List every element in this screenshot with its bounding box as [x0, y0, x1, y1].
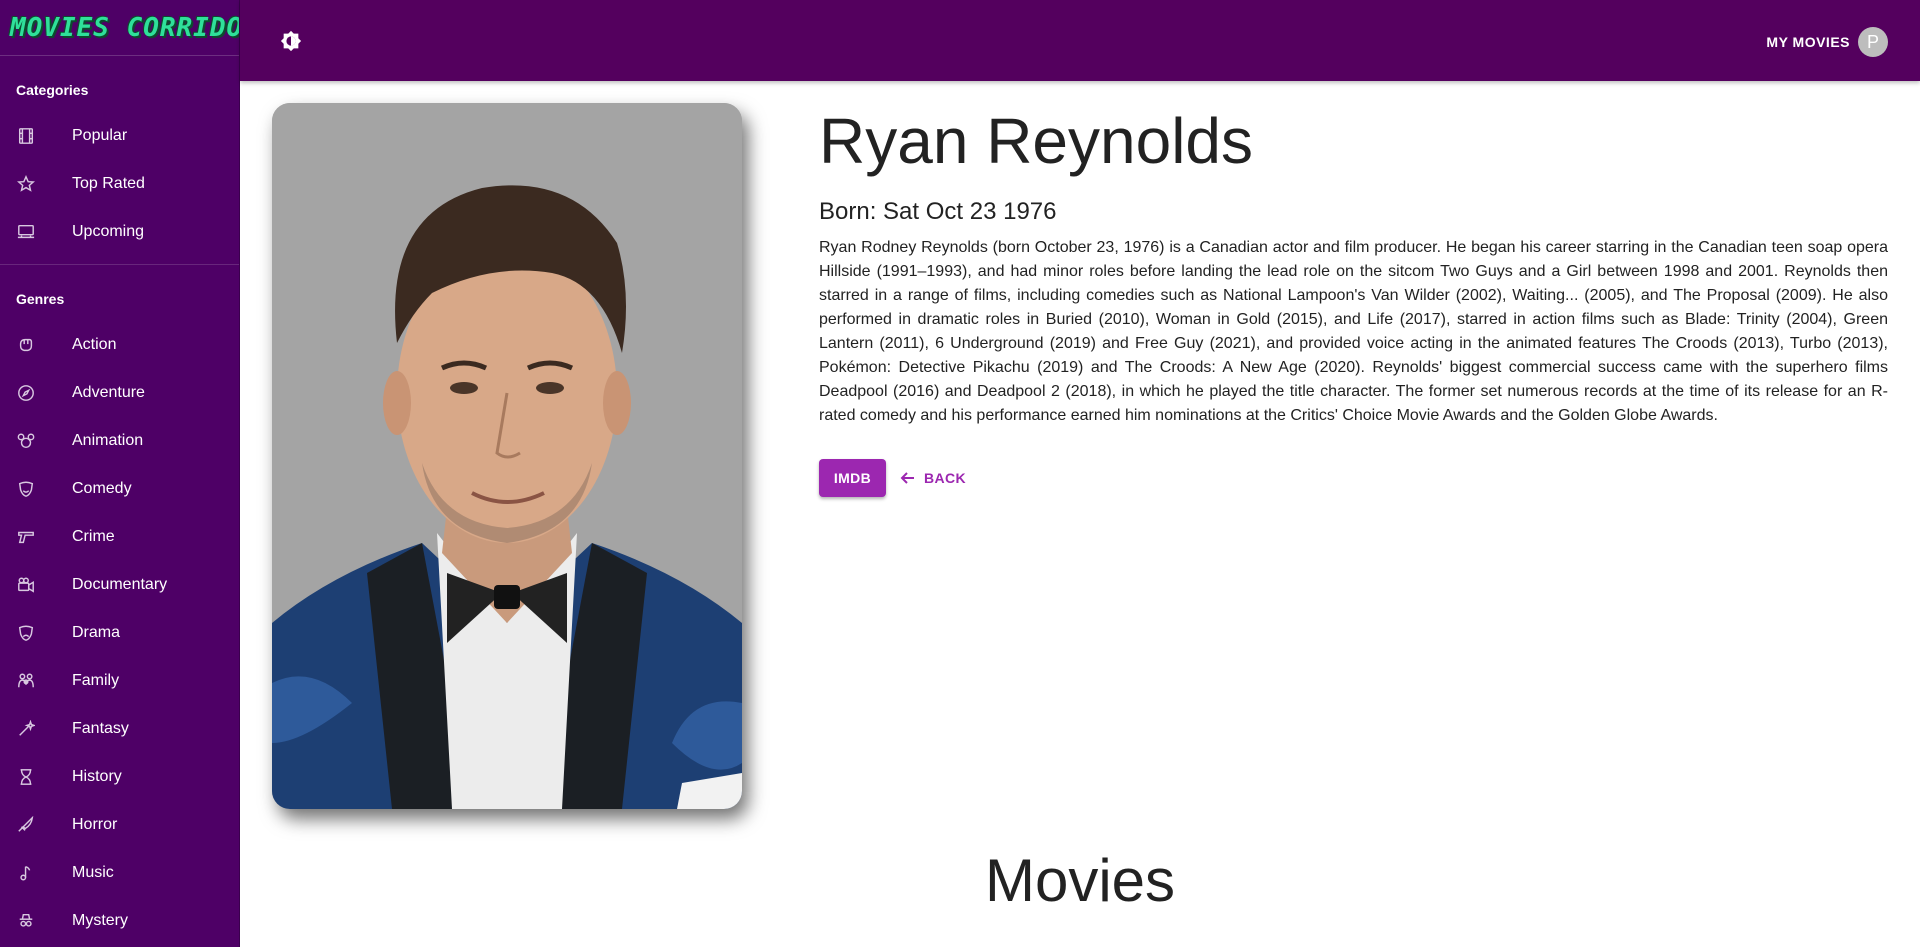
- sidebar-item-label: Comedy: [72, 480, 132, 497]
- sidebar-item-label: Adventure: [72, 384, 145, 401]
- sidebar-item-label: Horror: [72, 816, 118, 833]
- mask-icon: [16, 479, 36, 499]
- brightness-icon: [280, 30, 302, 52]
- sidebar-item-label: Upcoming: [72, 223, 145, 240]
- imdb-button[interactable]: IMDB: [819, 459, 886, 497]
- sidebar-item-top-rated[interactable]: Top Rated: [0, 160, 239, 208]
- sidebar-item-family[interactable]: Family: [0, 657, 239, 705]
- movies-section-heading: Movies: [984, 847, 1176, 914]
- sidebar-item-drama[interactable]: Drama: [0, 609, 239, 657]
- categories-heading: Categories: [16, 82, 89, 98]
- sidebar-item-label: Popular: [72, 127, 128, 144]
- my-movies-button[interactable]: MY MOVIES P: [1766, 27, 1888, 57]
- sidebar-item-label: Top Rated: [72, 175, 145, 192]
- wand-icon: [16, 719, 36, 739]
- person-biography: Ryan Rodney Reynolds (born October 23, 1…: [819, 239, 1888, 424]
- sidebar-item-label: Crime: [72, 528, 115, 545]
- sidebar-item-fantasy[interactable]: Fantasy: [0, 705, 239, 753]
- drama-mask-icon: [16, 623, 36, 643]
- sidebar: MOVIES CORRIDOR Categories Popular Top R…: [0, 0, 240, 947]
- sidebar-item-music[interactable]: Music: [0, 849, 239, 897]
- top-app-bar: MY MOVIES P: [240, 0, 1920, 81]
- sidebar-item-label: History: [72, 768, 122, 785]
- sidebar-item-mystery[interactable]: Mystery: [0, 897, 239, 945]
- sidebar-item-label: Family: [72, 672, 120, 689]
- theme-toggle-button[interactable]: [278, 28, 304, 54]
- knife-icon: [16, 815, 36, 835]
- sidebar-item-adventure[interactable]: Adventure: [0, 369, 239, 417]
- back-label: BACK: [924, 470, 967, 486]
- back-button[interactable]: BACK: [894, 459, 972, 497]
- sidebar-item-label: Action: [72, 336, 117, 353]
- sidebar-item-history[interactable]: History: [0, 753, 239, 801]
- star-icon: [16, 174, 36, 194]
- sidebar-item-documentary[interactable]: Documentary: [0, 561, 239, 609]
- sidebar-item-horror[interactable]: Horror: [0, 801, 239, 849]
- my-movies-label: MY MOVIES: [1766, 34, 1850, 50]
- app-root: MOVIES CORRIDOR Categories Popular Top R…: [0, 0, 1920, 947]
- avatar[interactable]: P: [1858, 27, 1888, 57]
- camera-icon: [16, 575, 36, 595]
- sidebar-item-upcoming[interactable]: Upcoming: [0, 208, 239, 256]
- hourglass-icon: [16, 767, 36, 787]
- family-icon: [16, 671, 36, 691]
- genres-heading: Genres: [16, 291, 65, 307]
- sidebar-divider: [0, 264, 239, 265]
- sidebar-item-label: Animation: [72, 432, 144, 449]
- sidebar-item-label: Fantasy: [72, 720, 129, 737]
- screen-icon: [16, 222, 36, 242]
- sidebar-item-comedy[interactable]: Comedy: [0, 465, 239, 513]
- sidebar-item-animation[interactable]: Animation: [0, 417, 239, 465]
- arrow-back-icon: [900, 472, 914, 484]
- film-icon: [16, 126, 36, 146]
- music-note-icon: [16, 863, 36, 883]
- sidebar-item-label: Documentary: [72, 576, 168, 593]
- pistol-icon: [16, 527, 36, 547]
- sidebar-item-popular[interactable]: Popular: [0, 112, 239, 160]
- person-born-date: Born: Sat Oct 23 1976: [819, 198, 1057, 225]
- logo-bar: MOVIES CORRIDOR: [0, 0, 239, 56]
- sidebar-item-crime[interactable]: Crime: [0, 513, 239, 561]
- fist-icon: [16, 335, 36, 355]
- compass-icon: [16, 383, 36, 403]
- profile-photo: [272, 103, 742, 809]
- sidebar-item-label: Music: [72, 864, 114, 881]
- person-name: Ryan Reynolds: [819, 105, 1253, 177]
- sidebar-item-action[interactable]: Action: [0, 321, 239, 369]
- sidebar-item-label: Drama: [72, 624, 121, 641]
- person-actions: IMDB BACK: [819, 459, 972, 497]
- app-logo[interactable]: MOVIES CORRIDOR: [10, 13, 239, 43]
- sidebar-item-label: Mystery: [72, 912, 128, 929]
- mouse-ears-icon: [16, 431, 36, 451]
- detective-icon: [16, 911, 36, 931]
